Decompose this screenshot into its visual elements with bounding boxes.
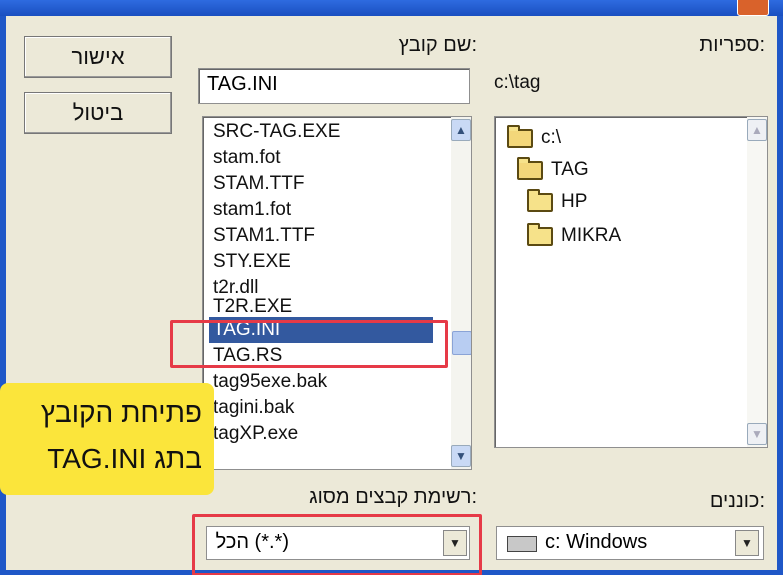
open-folder-icon xyxy=(507,124,533,148)
file-item[interactable]: tagXP.exe xyxy=(213,421,298,447)
close-icon[interactable] xyxy=(737,0,769,16)
current-path: c:\tag xyxy=(494,72,541,93)
cancel-button[interactable]: ביטול xyxy=(24,92,172,134)
folder-item-tag[interactable]: TAG xyxy=(517,155,589,185)
folder-item-hp[interactable]: HP xyxy=(527,187,587,217)
folder-label: HP xyxy=(561,191,588,212)
file-types-label: רשימת קבצים מסוג: xyxy=(309,486,477,508)
drives-label: כוננים: xyxy=(709,490,765,512)
folder-label: MIKRA xyxy=(561,225,622,246)
filename-label: שם קובץ: xyxy=(398,34,477,56)
scroll-down-icon[interactable]: ▼ xyxy=(451,445,471,467)
folder-label: TAG xyxy=(551,159,589,180)
ok-button[interactable]: אישור xyxy=(24,36,172,78)
scroll-thumb[interactable] xyxy=(452,331,471,355)
scroll-up-icon[interactable]: ▲ xyxy=(747,119,767,141)
folder-item-mikra[interactable]: MIKRA xyxy=(527,221,621,251)
file-item[interactable]: SRC-TAG.EXE xyxy=(213,119,340,145)
file-item[interactable]: STY.EXE xyxy=(213,249,291,275)
open-file-dialog: שם קובץ: ספריות: רשימת קבצים מסוג: כונני… xyxy=(0,0,783,575)
file-item[interactable]: tagini.bak xyxy=(213,395,294,421)
filename-input[interactable]: TAG.INI xyxy=(198,68,470,104)
file-item[interactable]: stam1.fot xyxy=(213,197,291,223)
scroll-down-icon[interactable]: ▼ xyxy=(747,423,767,445)
folder-tree[interactable]: c:\ TAG HP MIKRA ▲ ▼ xyxy=(494,116,768,448)
folder-icon xyxy=(527,188,553,212)
highlight-file-type xyxy=(192,514,482,575)
file-list[interactable]: SRC-TAG.EXE stam.fot STAM.TTF stam1.fot … xyxy=(202,116,472,470)
folder-tree-scrollbar[interactable]: ▲ ▼ xyxy=(747,117,767,447)
drive-icon xyxy=(507,536,537,552)
filename-input-value: TAG.INI xyxy=(207,73,278,95)
open-folder-icon xyxy=(517,156,543,180)
folder-label: c:\ xyxy=(541,127,562,148)
file-item[interactable]: STAM.TTF xyxy=(213,171,304,197)
instruction-callout: פתיחת הקובץ TAG.INI בתג xyxy=(0,383,214,495)
file-item[interactable]: stam.fot xyxy=(213,145,281,171)
scroll-up-icon[interactable]: ▲ xyxy=(451,119,471,141)
drive-value: c: Windows xyxy=(545,531,648,553)
drive-select[interactable]: c: Windows ▼ xyxy=(496,526,764,560)
highlight-selected-file xyxy=(170,320,448,368)
file-item[interactable]: tag95exe.bak xyxy=(213,369,327,395)
title-bar xyxy=(0,0,783,16)
file-item[interactable]: T2R.EXE xyxy=(213,297,292,317)
file-list-scrollbar[interactable]: ▲ ▼ xyxy=(451,117,471,469)
folder-item-root[interactable]: c:\ xyxy=(507,123,561,153)
file-item[interactable]: STAM1.TTF xyxy=(213,223,315,249)
folder-icon xyxy=(527,222,553,246)
callout-line-1: פתיחת הקובץ xyxy=(40,397,202,428)
folders-label: ספריות: xyxy=(699,34,765,56)
chevron-down-icon[interactable]: ▼ xyxy=(735,530,759,556)
callout-line-2: TAG.INI בתג xyxy=(47,443,202,474)
